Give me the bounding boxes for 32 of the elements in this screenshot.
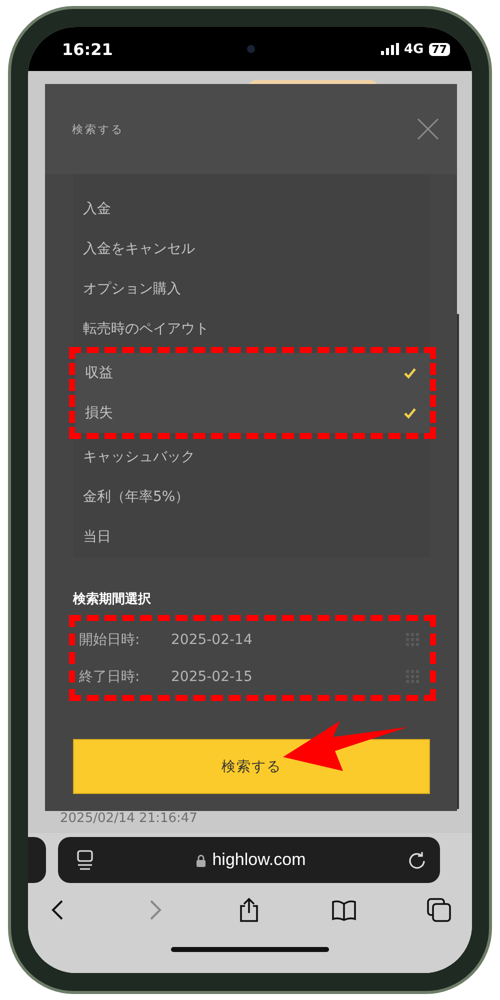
camera-icon [247, 45, 255, 53]
signal-icon [380, 43, 399, 55]
date-input[interactable]: 2025-02-14 [171, 632, 406, 648]
filter-option[interactable]: 損失 [75, 393, 430, 433]
timestamp: 2025/02/14 21:16:47 [60, 811, 198, 828]
checkmark-icon [404, 367, 416, 379]
filter-option[interactable]: 入金 [73, 189, 430, 229]
lock-icon [196, 854, 206, 866]
url-text: highlow.com [212, 850, 306, 870]
tab-edge [28, 837, 46, 883]
date-input[interactable]: 2025-02-15 [171, 668, 406, 684]
address-bar[interactable]: highlow.com [58, 837, 440, 883]
page-menu-icon[interactable] [76, 850, 94, 870]
checkmark-icon [404, 407, 416, 419]
status-time: 16:21 [62, 40, 114, 58]
search-button[interactable]: 検索する [73, 739, 430, 794]
date-label: 開始日時: [78, 630, 141, 648]
reload-icon[interactable] [408, 851, 426, 869]
filter-option[interactable]: 当日 [73, 517, 430, 557]
filter-option[interactable]: キャッシュバック [73, 437, 430, 477]
section-heading: 検索期間選択 [73, 590, 152, 608]
date-label: 終了日時: [78, 668, 141, 686]
filter-option[interactable]: オプション購入 [73, 269, 430, 309]
filter-option[interactable]: 転売時のペイアウト [73, 309, 430, 349]
filter-option[interactable]: 収益 [75, 353, 430, 393]
battery-level: 77 [428, 42, 450, 56]
modal-title: 検索する [72, 122, 124, 136]
filter-option[interactable]: 金利（年率5%） [73, 477, 430, 517]
close-icon[interactable] [417, 118, 439, 140]
tabs-icon[interactable] [426, 897, 452, 923]
filter-option[interactable]: 入金をキャンセル [73, 229, 430, 269]
network-label: 4G [404, 42, 424, 56]
